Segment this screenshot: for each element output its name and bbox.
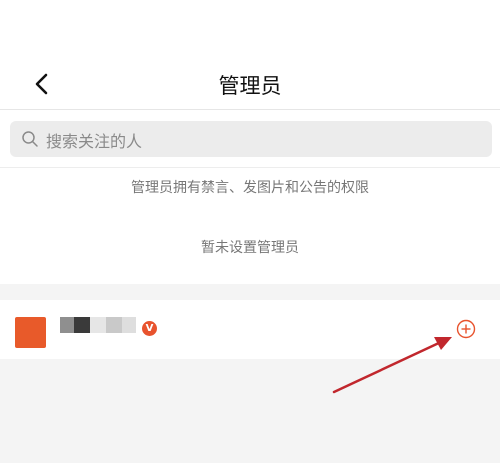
search-icon xyxy=(21,130,39,148)
search-placeholder: 搜索关注的人 xyxy=(46,132,143,151)
divider xyxy=(0,167,500,168)
add-admin-button[interactable] xyxy=(456,319,476,339)
blurred-username xyxy=(60,317,140,333)
empty-state-text: 暂未设置管理员 xyxy=(201,240,299,256)
search-input[interactable]: 搜索关注的人 xyxy=(10,121,492,157)
verified-badge-icon: V xyxy=(142,321,157,336)
plus-circle-icon xyxy=(456,319,476,339)
permission-description: 管理员拥有禁言、发图片和公告的权限 xyxy=(131,180,369,196)
member-row[interactable]: V xyxy=(0,300,500,359)
page-title: 管理员 xyxy=(218,74,282,98)
nav-bar: 管理员 xyxy=(0,56,500,110)
avatar xyxy=(15,317,46,348)
